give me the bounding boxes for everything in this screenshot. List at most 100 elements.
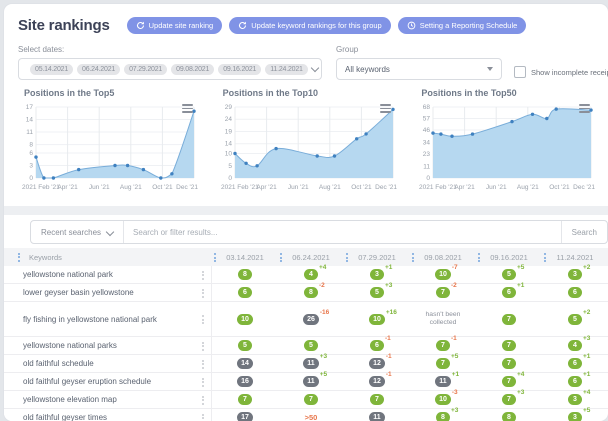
- checkbox-box-icon[interactable]: [514, 66, 526, 78]
- position-change: -1: [385, 335, 391, 342]
- chart-top5-panel: Positions in the Top5 03681114172021 Feb…: [8, 86, 207, 204]
- drag-handle-icon[interactable]: [346, 253, 348, 262]
- keyword-cell[interactable]: yellowstone elevation map: [4, 391, 212, 408]
- position-badge: 10: [435, 269, 451, 280]
- position-badge: 8: [502, 412, 516, 421]
- column-header-keywords[interactable]: Keywords: [4, 253, 212, 262]
- drag-handle-icon[interactable]: [202, 396, 204, 405]
- svg-text:2021 Feb '21: 2021 Feb '21: [419, 184, 457, 191]
- chevron-down-icon[interactable]: [311, 63, 319, 71]
- position-change: +1: [385, 264, 392, 271]
- drag-handle-icon[interactable]: [478, 253, 480, 262]
- table-row[interactable]: old faithful geyser times17>50118+383+5: [4, 409, 608, 421]
- position-change: +3: [451, 407, 458, 414]
- position-badge: 3: [568, 412, 582, 421]
- position-cell: 11: [344, 409, 410, 421]
- drag-handle-icon[interactable]: [18, 253, 20, 262]
- dropdown-arrow-icon: [487, 67, 493, 71]
- drag-handle-icon[interactable]: [202, 342, 204, 351]
- column-header-date[interactable]: 09.16.2021: [476, 248, 542, 266]
- keyword-cell[interactable]: yellowstone national parks: [4, 337, 212, 354]
- drag-handle-icon[interactable]: [280, 253, 282, 262]
- position-cell: 5+3: [344, 284, 410, 301]
- position-badge: 3: [568, 394, 582, 405]
- position-change: +2: [583, 264, 590, 271]
- drag-handle-icon[interactable]: [202, 271, 204, 280]
- position-cell: hasn't been collected: [410, 302, 476, 336]
- column-header-date[interactable]: 06.24.2021: [278, 248, 344, 266]
- position-badge: 12: [369, 376, 385, 387]
- reporting-schedule-button[interactable]: Setting a Reporting Schedule: [398, 17, 527, 34]
- keyword-cell[interactable]: yellowstone national park: [4, 266, 212, 283]
- column-header-date[interactable]: 09.08.2021: [410, 248, 476, 266]
- position-change: -2: [451, 282, 457, 289]
- charts-row: Positions in the Top5 03681114172021 Feb…: [4, 80, 608, 204]
- keyword-cell[interactable]: lower geyser basin yellowstone: [4, 284, 212, 301]
- keyword-cell[interactable]: old faithful schedule: [4, 355, 212, 372]
- group-label: Group: [336, 45, 502, 54]
- keyword-cell[interactable]: old faithful geyser times: [4, 409, 212, 421]
- incomplete-positions-checkbox[interactable]: Show incomplete receipt of positions: [514, 66, 608, 78]
- drag-handle-icon[interactable]: [202, 289, 204, 298]
- column-header-date[interactable]: 11.24.2021: [542, 248, 608, 266]
- table-row[interactable]: lower geyser basin yellowstone68-25+37-2…: [4, 284, 608, 302]
- update-site-ranking-button[interactable]: Update site ranking: [127, 17, 223, 34]
- top-bar: Site rankings Update site ranking Update…: [4, 4, 608, 36]
- table-row[interactable]: yellowstone national parks556-17-174+3: [4, 337, 608, 355]
- position-change: +5: [320, 371, 327, 378]
- table-row[interactable]: fly fishing in yellowstone national park…: [4, 302, 608, 337]
- button-label: Update site ranking: [149, 21, 214, 30]
- date-chip: 09.08.2021: [171, 64, 214, 75]
- svg-text:0: 0: [29, 175, 33, 182]
- keyword-cell[interactable]: fly fishing in yellowstone national park: [4, 302, 212, 336]
- svg-text:11: 11: [26, 129, 33, 136]
- search-input[interactable]: [124, 228, 561, 237]
- drag-handle-icon[interactable]: [544, 253, 546, 262]
- chart-menu-icon[interactable]: [579, 102, 590, 115]
- position-change: +3: [320, 353, 327, 360]
- date-chip: 05.14.2021: [30, 64, 73, 75]
- position-cell: 5: [278, 337, 344, 354]
- keyword-cell[interactable]: old faithful geyser eruption schedule: [4, 373, 212, 390]
- svg-text:Jun '21: Jun '21: [287, 184, 308, 191]
- svg-text:19: 19: [224, 128, 232, 135]
- keyword-label: yellowstone elevation map: [23, 395, 117, 404]
- drag-handle-icon[interactable]: [202, 315, 204, 324]
- table-row[interactable]: yellowstone elevation map77710-37+33+4: [4, 391, 608, 409]
- date-column-label: 06.24.2021: [292, 253, 330, 262]
- column-header-date[interactable]: 07.29.2021: [344, 248, 410, 266]
- position-badge: 7: [436, 340, 450, 351]
- position-cell: 7: [476, 355, 542, 372]
- position-change: +5: [583, 407, 590, 414]
- position-badge: 3: [568, 269, 582, 280]
- position-cell: 10-3: [410, 391, 476, 408]
- position-badge: 7: [238, 394, 252, 405]
- date-range-field[interactable]: 05.14.2021 06.24.2021 07.29.2021 09.08.2…: [18, 58, 322, 80]
- position-cell: 8: [476, 409, 542, 421]
- svg-text:23: 23: [423, 151, 431, 158]
- chart-menu-icon[interactable]: [380, 102, 391, 115]
- position-cell: 7-2: [410, 284, 476, 301]
- drag-handle-icon[interactable]: [202, 414, 204, 421]
- position-cell: 6+1: [542, 373, 608, 390]
- position-cell: 7+5: [410, 355, 476, 372]
- search-button[interactable]: Search: [561, 221, 607, 243]
- chart-menu-icon[interactable]: [182, 102, 193, 115]
- position-badge: 3: [370, 269, 384, 280]
- keyword-label: lower geyser basin yellowstone: [23, 288, 134, 297]
- position-badge: 26: [303, 314, 319, 325]
- search-bar: Recent searches Search: [30, 220, 608, 244]
- position-badge: 12: [369, 358, 385, 369]
- drag-handle-icon[interactable]: [202, 360, 204, 369]
- recent-searches-dropdown[interactable]: Recent searches: [31, 221, 124, 243]
- drag-handle-icon[interactable]: [202, 378, 204, 387]
- column-header-date[interactable]: 03.14.2021: [212, 248, 278, 266]
- update-keyword-rankings-button[interactable]: Update keyword rankings for this group: [229, 17, 391, 34]
- position-cell: 11+5: [278, 373, 344, 390]
- group-dropdown[interactable]: All keywords: [336, 58, 502, 80]
- drag-handle-icon[interactable]: [412, 253, 414, 262]
- position-badge: 8: [304, 287, 318, 298]
- keyword-label: yellowstone national park: [23, 270, 113, 279]
- drag-handle-icon[interactable]: [214, 253, 216, 262]
- svg-text:8: 8: [29, 142, 33, 149]
